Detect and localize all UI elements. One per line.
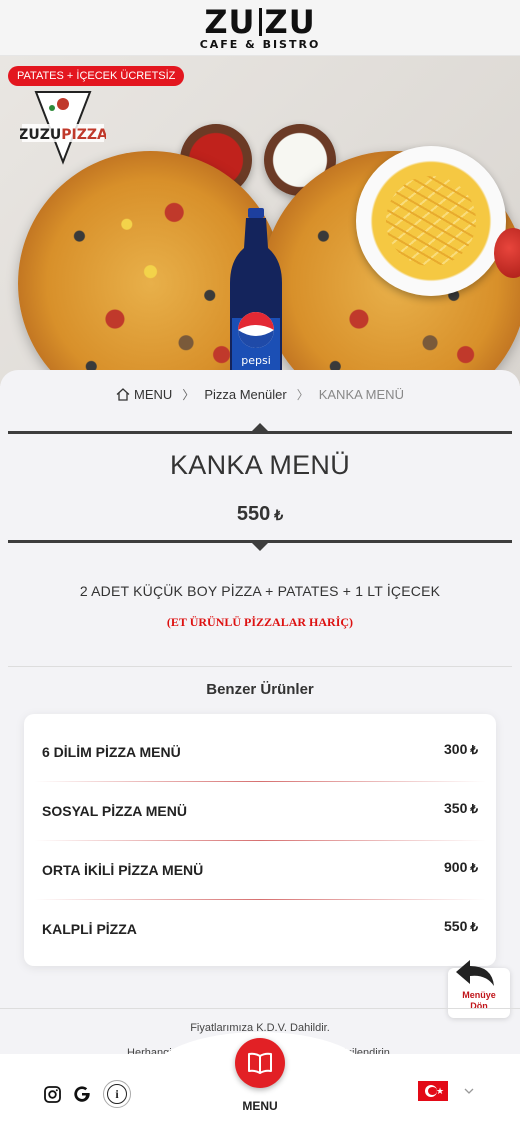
similar-product-price-value: 550 bbox=[444, 917, 468, 934]
similar-product-price: 300 ₺ bbox=[444, 741, 478, 757]
similar-product-price-currency: ₺ bbox=[470, 860, 478, 875]
similar-products-list: 6 DİLİM PİZZA MENÜ 300 ₺ SOSYAL PİZZA MEN… bbox=[24, 714, 496, 966]
brand-logo[interactable]: ZU ZU CAFE & BISTRO bbox=[200, 6, 321, 50]
breadcrumb-category[interactable]: Pizza Menüler bbox=[204, 387, 286, 402]
chevron-right-icon: 〉 bbox=[296, 388, 309, 402]
svg-text:ZUZUPIZZA: ZUZUPIZZA bbox=[20, 127, 106, 143]
similar-product-name: KALPLİ PİZZA bbox=[42, 920, 137, 937]
fries-bowl bbox=[356, 146, 506, 296]
brand-logo-right: ZU bbox=[264, 2, 316, 41]
footer-divider bbox=[0, 1008, 520, 1009]
similar-product-name: SOSYAL PİZZA MENÜ bbox=[42, 802, 187, 819]
breadcrumb-home[interactable]: MENU bbox=[116, 387, 172, 402]
similar-product-item[interactable]: SOSYAL PİZZA MENÜ 350 ₺ bbox=[34, 781, 486, 840]
similar-products-title: Benzer Ürünler bbox=[206, 681, 314, 698]
similar-product-price: 900 ₺ bbox=[444, 859, 478, 875]
menu-fab-label[interactable]: MENU bbox=[0, 1099, 520, 1113]
menu-fab-button[interactable] bbox=[235, 1038, 285, 1088]
bottle-label: pepsi bbox=[241, 354, 271, 367]
similar-product-price-value: 350 bbox=[444, 799, 468, 816]
back-to-menu-line1: Menüye bbox=[462, 990, 496, 1000]
section-divider bbox=[8, 666, 512, 667]
language-selector[interactable]: ★ bbox=[418, 1081, 474, 1101]
breadcrumb-current: KANKA MENÜ bbox=[318, 387, 404, 402]
bottom-navigation: i MENU ★ bbox=[0, 1032, 520, 1126]
similar-product-price-currency: ₺ bbox=[470, 919, 478, 934]
similar-product-price-value: 300 bbox=[444, 740, 468, 757]
brand-logo-main: ZU ZU bbox=[200, 6, 321, 38]
zuzu-pizza-logo: ZUZUPIZZA bbox=[20, 91, 106, 165]
similar-product-item[interactable]: KALPLİ PİZZA 550 ₺ bbox=[34, 899, 486, 958]
breadcrumb: MENU 〉 Pizza Menüler 〉 KANKA MENÜ bbox=[0, 386, 520, 403]
brand-logo-left: ZU bbox=[204, 2, 256, 41]
product-price-currency: ₺ bbox=[274, 507, 284, 523]
product-price-value: 550 bbox=[236, 503, 271, 525]
back-to-menu-line2: Dön bbox=[470, 1001, 488, 1011]
app-header: ZU ZU CAFE & BISTRO bbox=[0, 0, 520, 56]
product-description: 2 ADET KÜÇÜK BOY PİZZA + PATATES + 1 LT … bbox=[79, 583, 441, 599]
open-book-icon bbox=[248, 1052, 272, 1074]
product-price: 550 ₺ bbox=[0, 503, 520, 526]
promo-badge: PATATES + İÇECEK ÜCRETSİZ bbox=[8, 66, 185, 86]
similar-product-price: 550 ₺ bbox=[444, 918, 478, 934]
product-panel: MENU 〉 Pizza Menüler 〉 KANKA MENÜ KANKA … bbox=[0, 370, 520, 1126]
similar-product-name: 6 DİLİM PİZZA MENÜ bbox=[42, 743, 181, 760]
product-note: (ET ÜRÜNLÜ PİZZALAR HARİÇ) bbox=[166, 615, 354, 629]
similar-product-price: 350 ₺ bbox=[444, 800, 478, 816]
similar-product-price-currency: ₺ bbox=[470, 801, 478, 816]
similar-product-name: ORTA İKİLİ PİZZA MENÜ bbox=[42, 861, 204, 878]
hero-image: pepsi ZUZUPIZZA PATATES + İÇECEK ÜCRETSİ… bbox=[0, 56, 520, 386]
product-title: KANKA MENÜ bbox=[169, 450, 351, 480]
brand-logo-sub: CAFE & BISTRO bbox=[199, 37, 321, 51]
home-icon bbox=[116, 388, 130, 401]
turkey-flag-icon: ★ bbox=[418, 1081, 448, 1101]
chevron-right-icon: 〉 bbox=[182, 388, 195, 402]
logo-divider bbox=[258, 7, 262, 36]
similar-product-item[interactable]: ORTA İKİLİ PİZZA MENÜ 900 ₺ bbox=[34, 840, 486, 899]
similar-product-item[interactable]: 6 DİLİM PİZZA MENÜ 300 ₺ bbox=[42, 722, 478, 781]
title-rule-bottom bbox=[8, 540, 512, 551]
pepsi-bottle: pepsi bbox=[230, 208, 282, 386]
reply-arrow-icon bbox=[456, 960, 494, 986]
similar-product-price-currency: ₺ bbox=[470, 742, 478, 757]
breadcrumb-home-label: MENU bbox=[134, 387, 173, 402]
similar-product-price-value: 900 bbox=[444, 858, 468, 875]
chevron-down-icon bbox=[464, 1088, 474, 1094]
back-to-menu-button[interactable]: Menüye Dön bbox=[448, 960, 510, 1018]
title-rule-top bbox=[8, 423, 512, 434]
